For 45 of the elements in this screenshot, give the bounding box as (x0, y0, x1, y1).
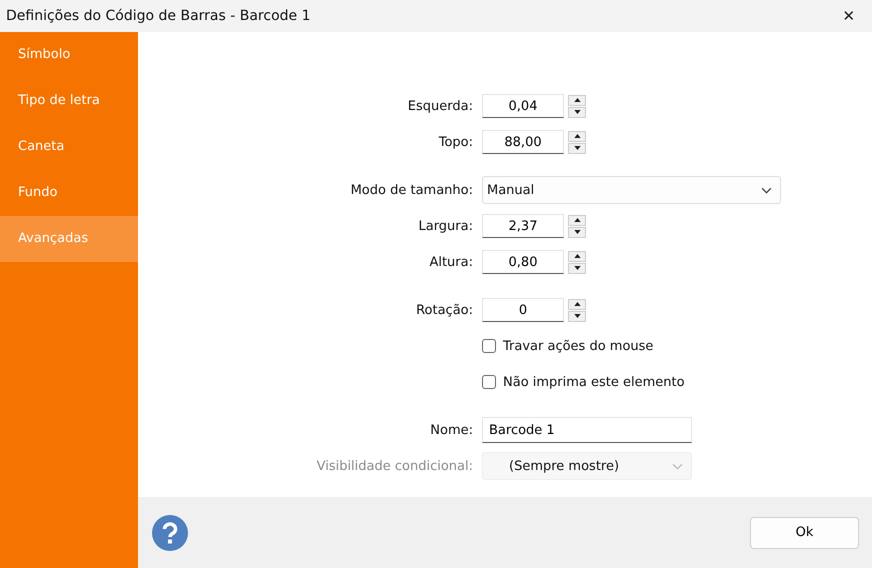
up-triangle-icon (574, 134, 580, 138)
spin-up-button[interactable] (568, 94, 586, 106)
up-triangle-icon (574, 218, 580, 222)
number-field[interactable]: 0,04 (482, 94, 564, 118)
field-label: Rotação: (415, 302, 473, 318)
down-triangle-icon (574, 110, 580, 114)
down-triangle-icon (574, 146, 580, 150)
field-label: Altura: (428, 254, 473, 270)
spin-down-button[interactable] (568, 226, 586, 238)
checkbox-label: Travar ações do mouse (503, 338, 654, 354)
field-label: Nome: (429, 422, 473, 438)
field-label: Modo de tamanho: (350, 182, 473, 198)
checkbox[interactable] (482, 375, 496, 389)
field-label: Esquerda: (406, 98, 473, 114)
down-triangle-icon (574, 230, 580, 234)
window-title: Definições do Código de Barras - Barcode 1 (5, 8, 310, 24)
spin-down-button[interactable] (568, 310, 586, 322)
up-triangle-icon (574, 98, 580, 102)
number-field[interactable]: 2,37 (482, 214, 564, 238)
field-label: Visibilidade condicional: (316, 458, 473, 474)
help-icon[interactable] (152, 514, 188, 550)
spin-up-button[interactable] (568, 298, 586, 310)
spin-up-button[interactable] (568, 130, 586, 142)
ok-button[interactable]: Ok (750, 516, 859, 548)
spin-up-button[interactable] (568, 250, 586, 262)
dropdown[interactable]: Manual (482, 176, 781, 204)
name-field[interactable]: Barcode 1 (482, 417, 692, 443)
checkbox-label: Não imprima este elemento (503, 374, 685, 390)
down-triangle-icon (574, 266, 580, 270)
close-button[interactable]: ✕ (826, 0, 872, 32)
spin-down-button[interactable] (568, 142, 586, 154)
number-field[interactable]: 0,80 (482, 250, 564, 274)
spin-down-button[interactable] (568, 106, 586, 118)
number-field[interactable]: 88,00 (482, 130, 564, 154)
up-triangle-icon (574, 254, 580, 258)
chevron-down-icon (672, 462, 683, 470)
down-triangle-icon (574, 314, 580, 318)
field-label: Topo: (438, 134, 473, 150)
number-field[interactable]: 0 (482, 298, 564, 322)
field-label: Largura: (417, 218, 473, 234)
checkbox[interactable] (482, 339, 496, 353)
spin-down-button[interactable] (568, 262, 586, 274)
chevron-down-icon (761, 186, 772, 194)
up-triangle-icon (574, 302, 580, 306)
spin-up-button[interactable] (568, 214, 586, 226)
